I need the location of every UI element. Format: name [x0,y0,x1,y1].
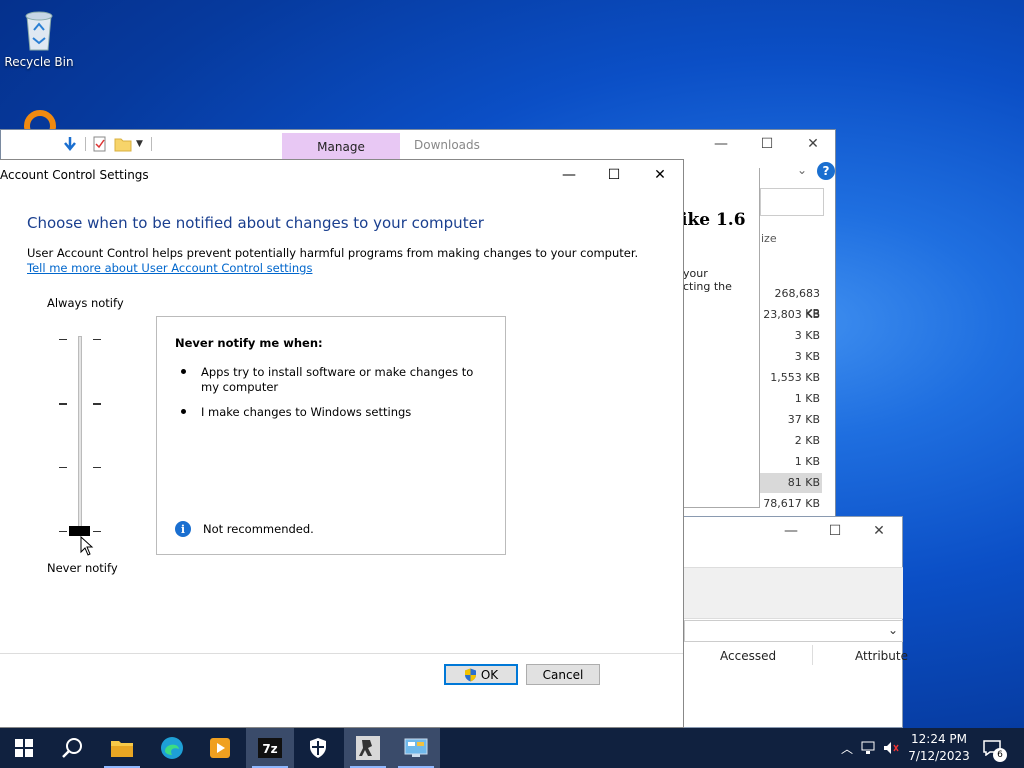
file-size-cell[interactable]: 2 KB [760,431,822,451]
desktop-icon-label: Recycle Bin [4,55,74,69]
clock-time: 12:24 PM [911,732,967,746]
slider-tick [93,339,101,340]
slider-tick [59,339,67,340]
start-button[interactable] [0,728,48,768]
dialog-title: Account Control Settings [0,168,149,182]
dialog-description: User Account Control helps prevent poten… [27,246,639,260]
uac-shield-icon [464,668,476,681]
control-panel-icon [404,738,428,757]
volume-muted-icon[interactable] [882,740,900,756]
minimize-icon[interactable]: — [698,130,744,158]
file-explorer-icon [111,741,133,757]
search-icon [62,738,82,758]
close-icon[interactable]: ✕ [637,160,683,190]
cancel-button[interactable]: Cancel [526,664,600,685]
uac-settings-dialog[interactable]: Account Control Settings — ☐ ✕ Choose wh… [0,159,684,728]
bullet-text: I make changes to Windows settings [201,405,412,419]
recommendation-note: Not recommended. [203,522,314,536]
dialog-heading: Choose when to be notified about changes… [27,214,484,232]
slider-label-bottom: Never notify [47,561,118,575]
show-hidden-icons-chevron-icon[interactable]: ︿ [838,740,856,757]
properties-check-icon[interactable] [92,136,108,152]
info-icon: i [175,521,191,537]
slider-tick [59,403,67,405]
down-arrow-icon[interactable] [61,135,79,153]
footer-divider [0,653,683,654]
text-fragment: cting the [683,280,732,293]
file-size-cell[interactable]: 268,683 KB [760,284,822,320]
column-header-accessed[interactable]: Accessed [720,649,776,663]
level-description-box: Never notify me when: Apps try to instal… [156,316,506,555]
slider-label-top: Always notify [47,296,124,310]
chevron-down-icon: ⌄ [887,623,898,637]
taskbar-counter-strike[interactable] [344,728,392,768]
maximize-icon[interactable]: ☐ [591,160,637,190]
maximize-icon[interactable]: ☐ [812,517,858,545]
edge-icon [161,737,183,759]
search-box[interactable] [760,188,824,216]
media-player-icon [210,738,230,758]
file-size-cell[interactable]: 1,553 KB [760,368,822,388]
maximize-icon[interactable]: ☐ [744,130,790,158]
file-size-cell[interactable]: 3 KB [760,326,822,346]
slider-tick [93,467,101,468]
file-size-cell[interactable]: 37 KB [760,410,822,430]
taskbar-edge[interactable] [148,728,196,768]
minimize-icon[interactable]: — [546,160,592,190]
slider-tick [93,531,101,532]
taskbar-security[interactable] [294,728,342,768]
level-heading: Never notify me when: [175,336,323,350]
search-button[interactable] [48,728,96,768]
tab-manage[interactable]: Manage [282,133,400,160]
slider-thumb[interactable] [69,526,90,536]
security-icon [310,738,326,758]
start-icon [15,739,33,757]
column-header-size[interactable]: ize [761,232,777,245]
dropdown-field[interactable]: ⌄ [684,620,903,642]
bullet-text: Apps try to install software or make cha… [201,365,474,394]
close-icon[interactable]: ✕ [790,130,836,158]
recycle-bin-icon [25,11,53,51]
7zip-icon: 7z [258,738,282,758]
taskbar-control-panel[interactable] [392,728,440,768]
slider-tick [93,403,101,405]
taskbar: 7z ︿ 12:24 PM 7/12/2023 6 [0,728,1024,768]
ok-button-label: OK [480,667,499,682]
ribbon-expand-chevron-icon[interactable]: ⌄ [797,163,807,177]
file-size-cell[interactable]: 81 KB [760,473,822,493]
mouse-cursor-icon [80,536,94,556]
learn-more-link[interactable]: Tell me more about User Account Control … [27,261,312,275]
system-tray: ︿ [838,728,900,768]
desktop-icon-recycle-bin[interactable]: Recycle Bin [1,8,77,69]
help-icon[interactable]: ? [817,162,835,180]
qat-dropdown-icon[interactable]: ▼ [136,139,143,149]
counter-strike-icon [356,736,380,760]
file-size-cell[interactable]: 3 KB [760,347,822,367]
svg-text:7z: 7z [262,742,277,756]
network-icon[interactable] [860,740,878,756]
document-heading-fragment: ike 1.6 [681,210,746,230]
toolbar-band [684,567,903,619]
slider-tick [59,467,67,468]
file-size-cell[interactable]: 1 KB [760,389,822,409]
file-size-cell[interactable]: 78,617 KB [760,494,822,514]
window-title-downloads: Downloads [414,138,480,152]
properties-window[interactable]: — ☐ ✕ ⌄ Accessed Attribute [683,516,908,728]
slider-tick [59,531,67,532]
taskbar-media-player[interactable] [196,728,244,768]
ok-button[interactable]: OK [444,664,518,685]
notification-count-badge: 6 [993,748,1007,762]
file-size-cell[interactable]: 23,803 KB [760,305,822,325]
column-header-attributes[interactable]: Attribute [855,649,908,663]
notification-slider-track[interactable] [78,336,82,536]
minimize-icon[interactable]: — [768,517,814,545]
close-icon[interactable]: ✕ [856,517,902,545]
new-folder-icon[interactable] [114,136,132,152]
file-size-cell[interactable]: 1 KB [760,452,822,472]
clock-date: 7/12/2023 [908,749,970,763]
taskbar-file-explorer[interactable] [98,728,146,768]
text-fragment: your [683,267,708,280]
system-clock[interactable]: 12:24 PM 7/12/2023 [905,731,973,765]
taskbar-7zip[interactable]: 7z [246,728,294,768]
